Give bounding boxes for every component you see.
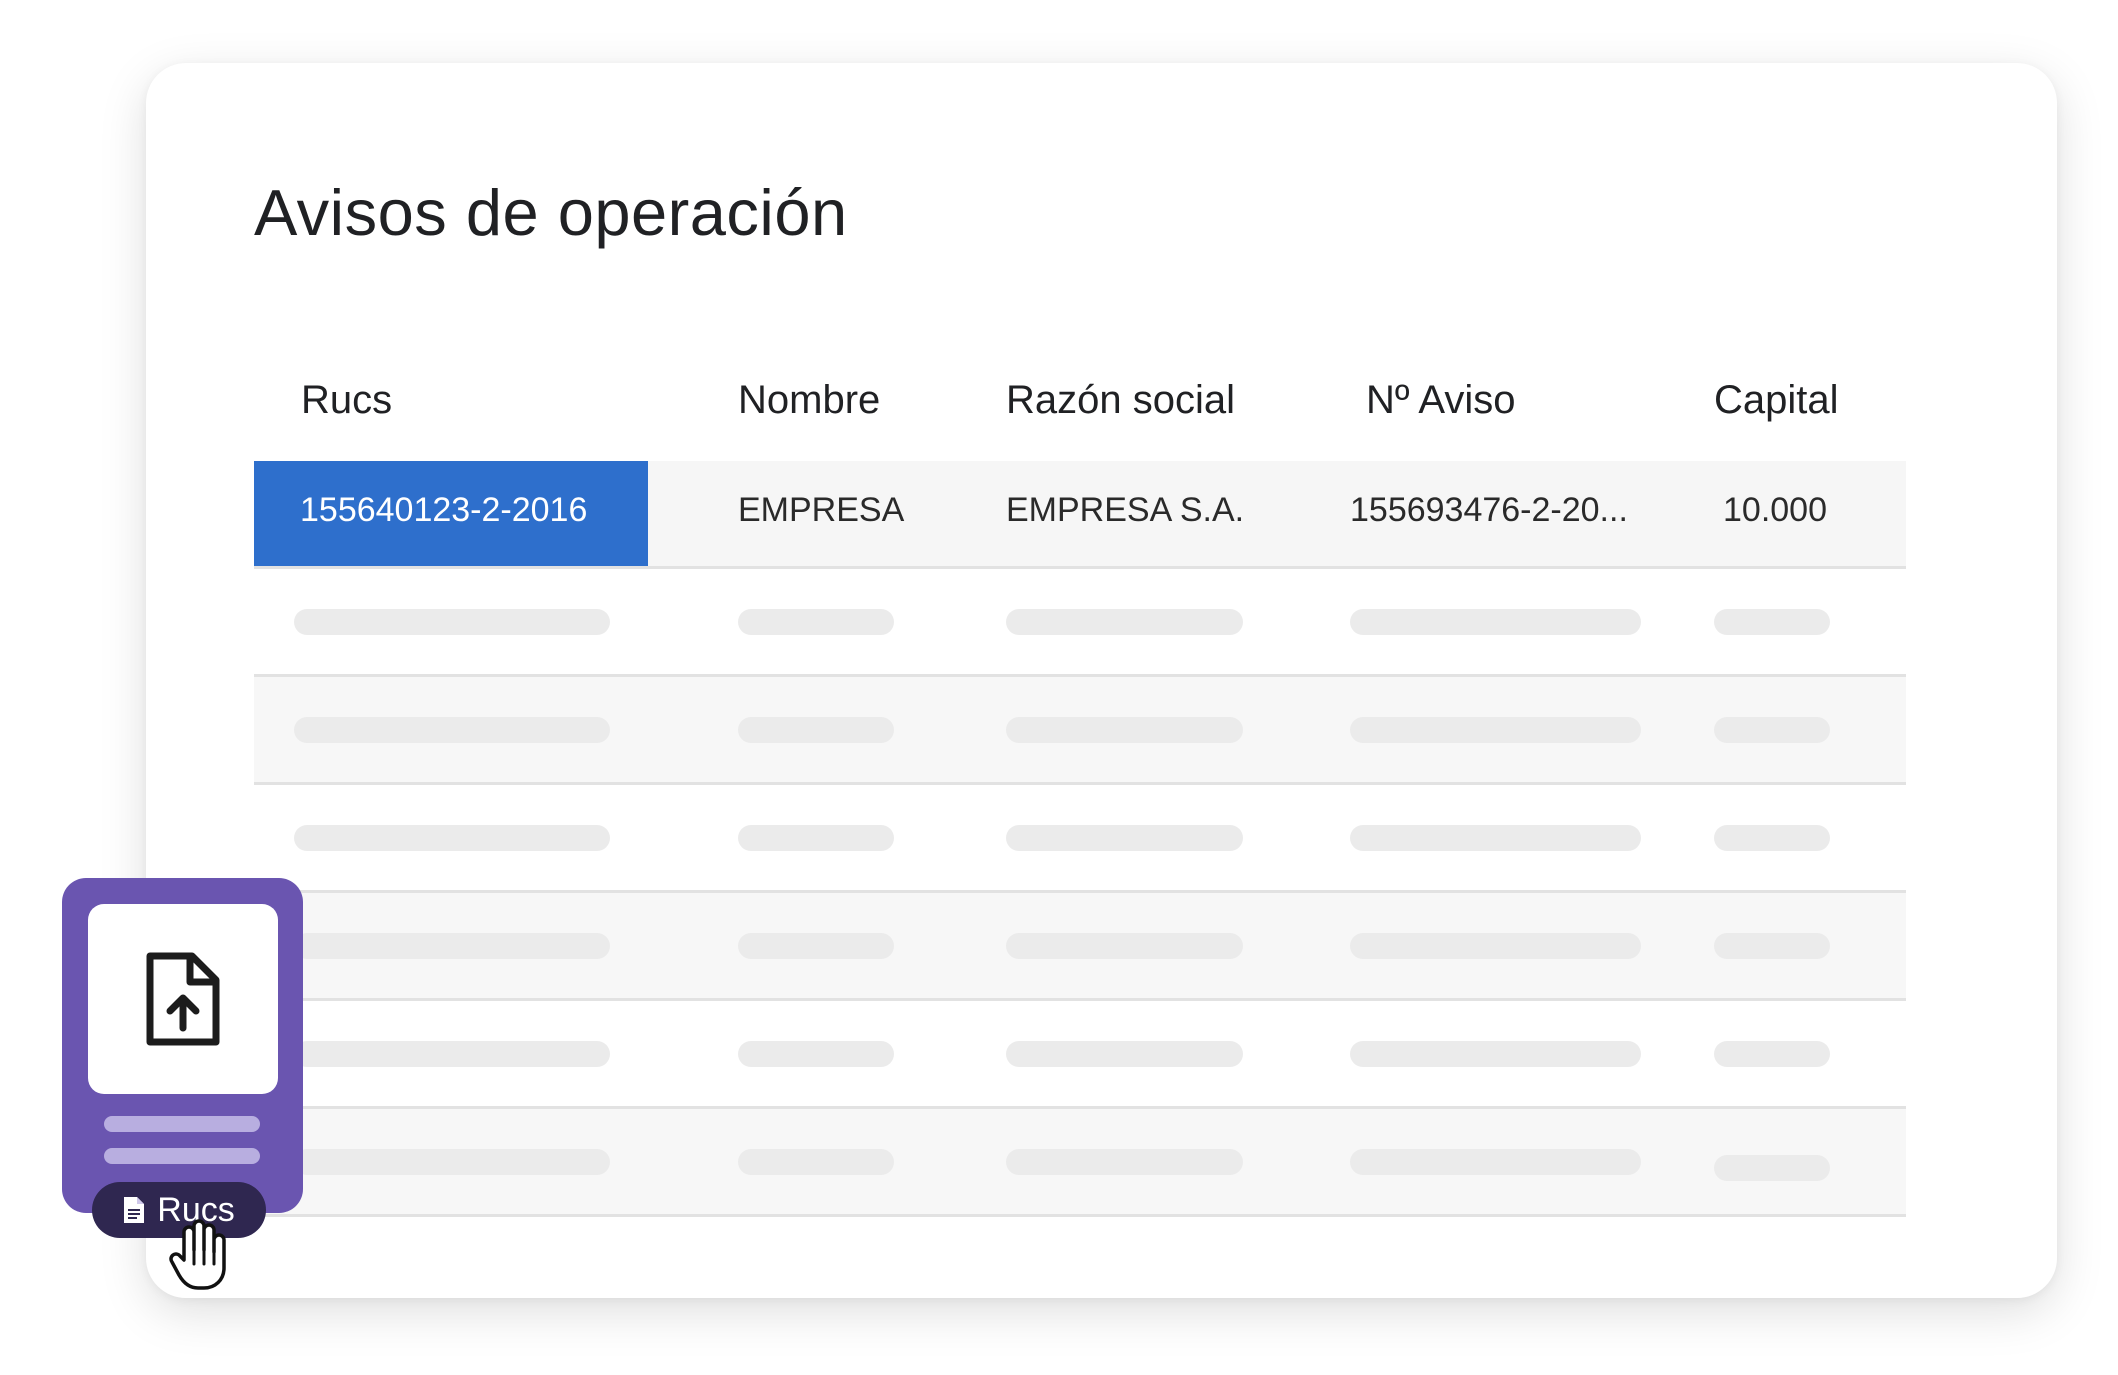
placeholder-bar (738, 717, 894, 743)
placeholder-bar (294, 1149, 610, 1175)
column-header-capital[interactable]: Capital (1714, 378, 1839, 423)
column-header-razon-social[interactable]: Razón social (1006, 378, 1235, 423)
hand-pointer-icon (169, 1219, 226, 1290)
placeholder-row (254, 785, 1906, 893)
placeholder-bar (738, 609, 894, 635)
placeholder-bar (1350, 825, 1641, 851)
selected-ruc-cell[interactable]: 155640123-2-2016 (254, 461, 648, 566)
upload-placeholder-line (104, 1116, 260, 1132)
placeholder-bar (1006, 717, 1243, 743)
placeholder-bar (294, 609, 610, 635)
avisos-table: Rucs Nombre Razón social Nº Aviso Capita… (254, 318, 1906, 1217)
nombre-value: EMPRESA (738, 491, 905, 529)
column-header-rucs[interactable]: Rucs (301, 378, 392, 423)
placeholder-bar (1006, 1041, 1243, 1067)
placeholder-row (254, 569, 1906, 677)
placeholder-bar (1714, 609, 1830, 635)
placeholder-bar (1714, 1041, 1830, 1067)
document-icon (124, 1197, 145, 1223)
placeholder-bar (294, 933, 610, 959)
file-upload-icon (146, 952, 220, 1046)
table-row[interactable]: 155640123-2-2016 EMPRESA EMPRESA S.A. 15… (254, 461, 1906, 569)
placeholder-bar (294, 825, 610, 851)
razon-social-value: EMPRESA S.A. (1006, 491, 1245, 529)
upload-widget[interactable] (62, 878, 303, 1213)
placeholder-bar (1350, 933, 1641, 959)
placeholder-bar (738, 825, 894, 851)
placeholder-bar (1714, 1155, 1830, 1181)
placeholder-row (254, 1001, 1906, 1109)
placeholder-bar (1350, 1149, 1641, 1175)
column-header-nombre[interactable]: Nombre (738, 378, 880, 423)
column-header-aviso[interactable]: Nº Aviso (1366, 378, 1516, 423)
avisos-panel: Avisos de operación Rucs Nombre Razón so… (146, 63, 2057, 1298)
stage: Avisos de operación Rucs Nombre Razón so… (0, 0, 2118, 1375)
placeholder-bar (1350, 1041, 1641, 1067)
page-title: Avisos de operación (254, 176, 848, 249)
table-header: Rucs Nombre Razón social Nº Aviso Capita… (254, 318, 1906, 461)
ruc-value: 155640123-2-2016 (300, 491, 588, 529)
placeholder-bar (1006, 1149, 1243, 1175)
placeholder-row (254, 893, 1906, 1001)
placeholder-bar (1006, 609, 1243, 635)
placeholder-bar (1714, 825, 1830, 851)
upload-tile[interactable] (88, 904, 278, 1094)
aviso-value: 155693476-2-20... (1350, 491, 1628, 529)
placeholder-bar (1006, 825, 1243, 851)
placeholder-bar (738, 1041, 894, 1067)
placeholder-bar (1714, 933, 1830, 959)
placeholder-bar (1714, 717, 1830, 743)
placeholder-bar (294, 1041, 610, 1067)
placeholder-bar (738, 933, 894, 959)
capital-value: 10.000 (1723, 491, 1827, 529)
upload-placeholder-line (104, 1148, 260, 1164)
placeholder-bar (1006, 933, 1243, 959)
placeholder-bar (1350, 609, 1641, 635)
placeholder-bar (1350, 717, 1641, 743)
placeholder-row (254, 1109, 1906, 1217)
placeholder-row (254, 677, 1906, 785)
placeholder-bar (294, 717, 610, 743)
placeholder-bar (738, 1149, 894, 1175)
